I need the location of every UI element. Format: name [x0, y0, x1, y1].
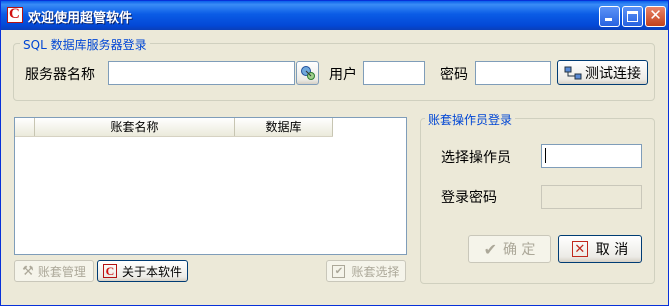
login-password-input[interactable]	[541, 185, 642, 209]
cancel-label: 取 消	[595, 242, 629, 258]
server-name-label: 服务器名称	[25, 67, 95, 83]
account-manage-label: 账套管理	[37, 264, 86, 279]
password-label: 密码	[440, 67, 468, 83]
server-name-input[interactable]	[108, 61, 295, 85]
checkbox-icon: ✔	[332, 264, 346, 278]
minimize-icon	[605, 18, 612, 21]
network-connect-icon	[564, 66, 582, 79]
title-bar[interactable]: C 欢迎使用超管软件 ✕	[1, 1, 668, 30]
confirm-label: 确 定	[502, 242, 536, 258]
account-manage-button[interactable]: ⚒ 账套管理	[14, 260, 94, 282]
user-label: 用户	[329, 67, 357, 83]
user-input[interactable]	[363, 61, 425, 85]
table-header: 账套名称 数据库	[15, 118, 333, 137]
app-logo-icon: C	[102, 264, 117, 278]
operator-label: 选择操作员	[441, 150, 511, 166]
account-select-label: 账套选择	[351, 264, 400, 279]
maximize-button[interactable]	[622, 6, 643, 27]
login-password-label: 登录密码	[441, 190, 497, 206]
operator-login-legend: 账套操作员登录	[425, 111, 516, 128]
text-caret	[545, 148, 546, 163]
column-header-database[interactable]: 数据库	[235, 118, 333, 136]
cancel-x-icon: ✕	[571, 241, 588, 257]
window-title: 欢迎使用超管软件	[28, 11, 133, 26]
accounts-table[interactable]: 账套名称 数据库	[14, 117, 407, 255]
network-browse-icon	[300, 66, 315, 80]
account-select-button[interactable]: ✔ 账套选择	[326, 260, 406, 282]
test-connection-button[interactable]: 测试连接	[557, 60, 648, 85]
browse-server-button[interactable]	[296, 61, 319, 85]
maximize-icon	[627, 11, 638, 22]
password-input[interactable]	[475, 61, 551, 85]
close-icon: ✕	[649, 6, 662, 24]
column-header-blank[interactable]	[15, 118, 35, 136]
main-window: C 欢迎使用超管软件 ✕ SQL 数据库服务器登录 服务器名称 用户 密码 测试…	[0, 0, 669, 306]
confirm-button[interactable]: ✔ 确 定	[468, 235, 551, 263]
about-label: 关于本软件	[121, 264, 182, 279]
server-login-legend: SQL 数据库服务器登录	[20, 36, 150, 53]
checkmark-icon: ✔	[483, 239, 497, 259]
column-header-account-name[interactable]: 账套名称	[35, 118, 235, 136]
operator-input[interactable]	[541, 144, 642, 168]
test-connection-label: 测试连接	[585, 65, 641, 82]
app-icon: C	[7, 6, 23, 23]
about-button[interactable]: C 关于本软件	[97, 260, 188, 282]
hammer-icon: ⚒	[22, 263, 34, 279]
minimize-button[interactable]	[599, 6, 620, 27]
close-button[interactable]: ✕	[645, 6, 666, 27]
cancel-button[interactable]: ✕ 取 消	[558, 235, 642, 263]
